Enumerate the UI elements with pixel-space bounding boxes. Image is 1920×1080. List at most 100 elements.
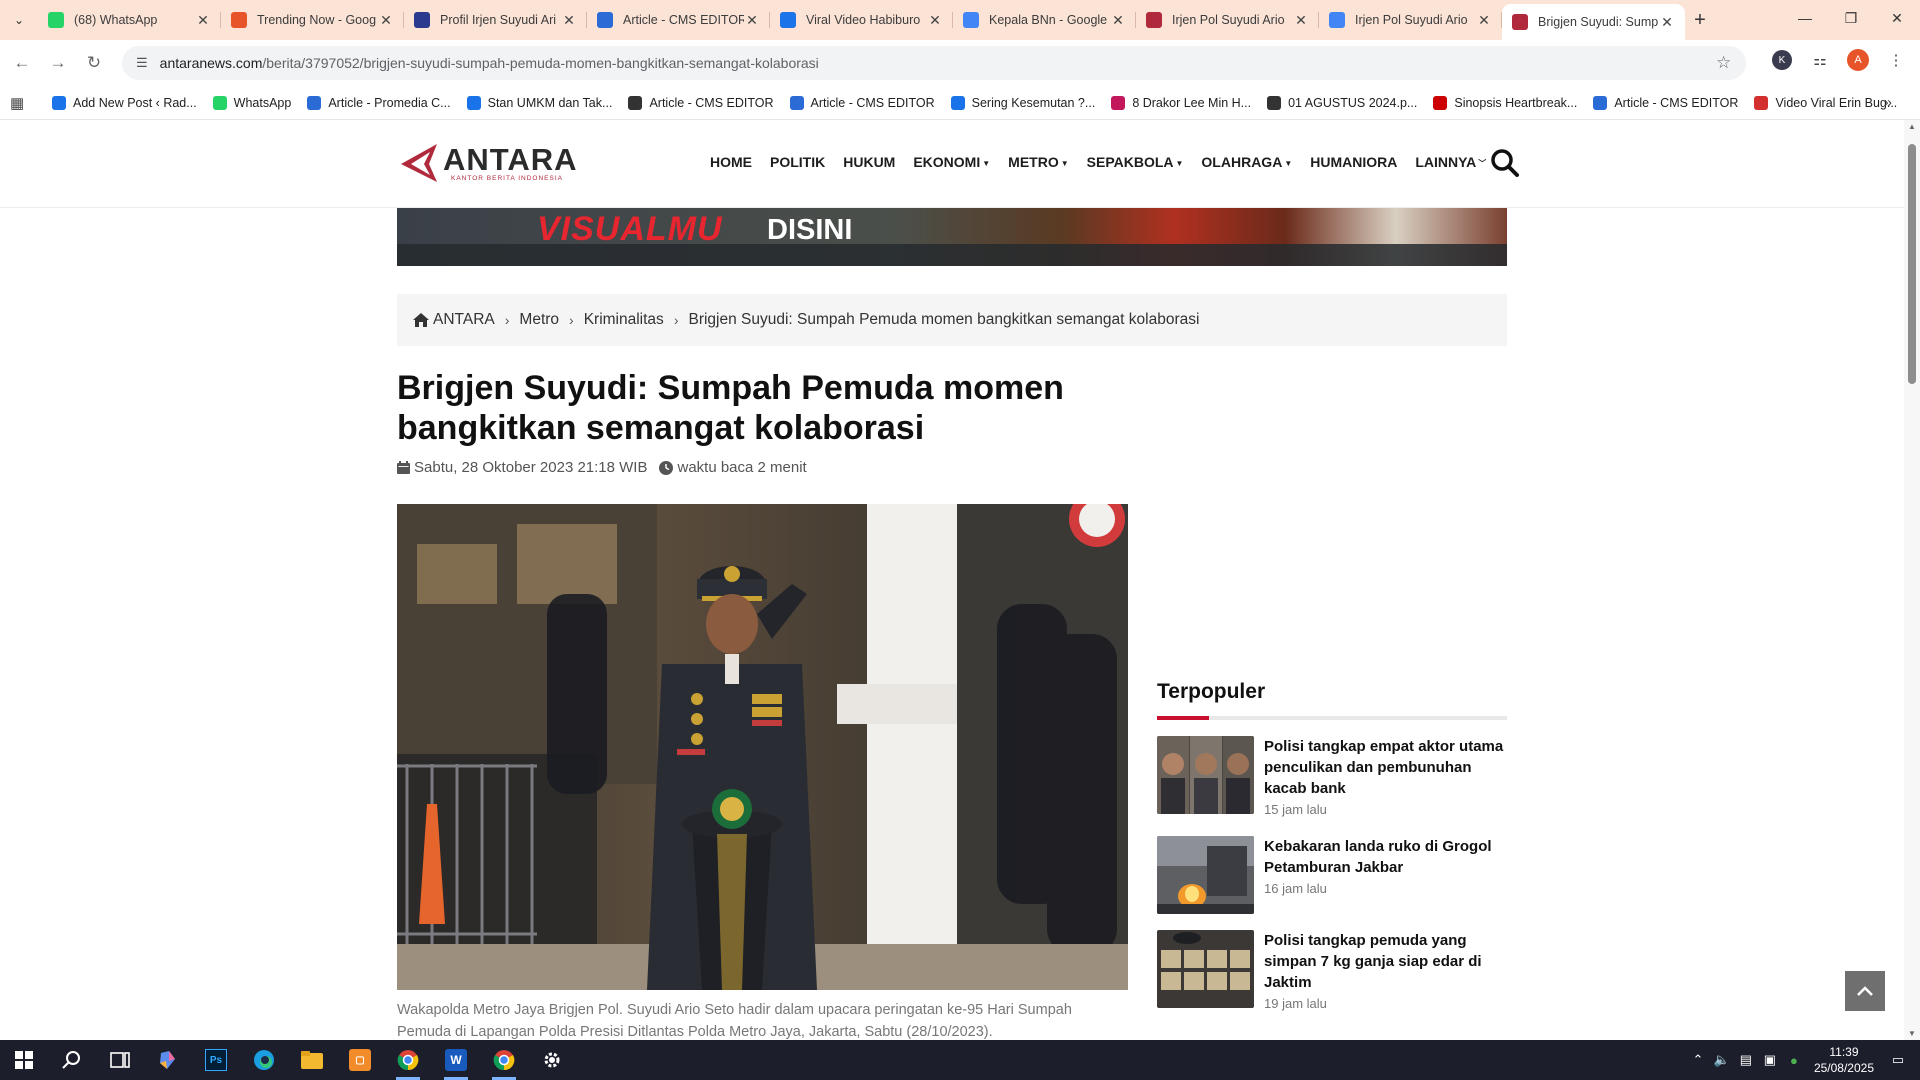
close-tab-icon[interactable]: ✕ (195, 12, 211, 29)
address-bar[interactable]: ☰ antaranews.com/berita/3797052/brigjen-… (122, 46, 1746, 80)
bookmark-item[interactable]: Sinopsis Heartbreak... (1433, 95, 1577, 110)
browser-tab[interactable]: Irjen Pol Suyudi Ario ✕ (1319, 4, 1502, 36)
article-photo[interactable] (397, 504, 1128, 990)
browser-tab[interactable]: Kepala BNn - Google ✕ (953, 4, 1136, 36)
restore-icon[interactable]: ❐ (1828, 0, 1874, 36)
close-tab-icon[interactable]: ✕ (744, 12, 760, 29)
browser-tab[interactable]: Brigjen Suyudi: Sump ✕ (1502, 4, 1685, 40)
security-icon[interactable]: ● (1782, 1053, 1806, 1068)
scroll-up-icon[interactable]: ▲ (1904, 122, 1920, 131)
reload-icon[interactable]: ↻ (80, 53, 108, 73)
photoshop-icon[interactable]: Ps (192, 1040, 240, 1080)
chrome-icon[interactable] (384, 1040, 432, 1080)
nav-item-home[interactable]: HOME (710, 154, 752, 170)
popular-item[interactable]: Polisi tangkap empat aktor utama penculi… (1157, 736, 1507, 817)
new-tab-icon[interactable]: + (1685, 9, 1715, 32)
popular-item-title[interactable]: Polisi tangkap empat aktor utama penculi… (1264, 736, 1507, 799)
close-tab-icon[interactable]: ✕ (1110, 12, 1126, 29)
bookmark-item[interactable]: Article - CMS EDITOR (789, 95, 935, 110)
bookmark-item[interactable]: 01 AGUSTUS 2024.p... (1267, 95, 1417, 110)
breadcrumb-home[interactable]: ANTARA (413, 311, 495, 329)
bookmark-item[interactable]: Article - CMS EDITOR (1593, 95, 1738, 110)
close-tab-icon[interactable]: ✕ (561, 12, 577, 29)
taskbar-search-icon[interactable] (48, 1040, 96, 1080)
nav-item-ekonomi[interactable]: EKONOMI ▼ (913, 154, 990, 170)
back-to-top-button[interactable] (1845, 971, 1885, 1011)
orange-app-icon[interactable]: ▢ (336, 1040, 384, 1080)
browser-tab[interactable]: Article - CMS EDITOR ✕ (587, 4, 770, 36)
url-text[interactable]: antaranews.com/berita/3797052/brigjen-su… (160, 55, 1716, 71)
nav-label: EKONOMI (913, 154, 981, 170)
notifications-icon[interactable]: ▭ (1886, 1052, 1910, 1068)
bookmark-item[interactable]: WhatsApp (212, 95, 291, 110)
display-icon[interactable]: ▣ (1758, 1052, 1782, 1068)
nav-item-humaniora[interactable]: HUMANIORA (1310, 154, 1397, 170)
settings-gear-icon[interactable] (528, 1040, 576, 1080)
breadcrumb-metro[interactable]: Metro (519, 311, 559, 329)
task-view-icon[interactable] (96, 1040, 144, 1080)
word-icon[interactable]: W (432, 1040, 480, 1080)
popular-item-title[interactable]: Polisi tangkap pemuda yang simpan 7 kg g… (1264, 930, 1507, 993)
file-explorer-icon[interactable] (288, 1040, 336, 1080)
popular-item[interactable]: Kebakaran landa ruko di Grogol Petambura… (1157, 836, 1507, 914)
browser-tab[interactable]: (68) WhatsApp ✕ (38, 4, 221, 36)
nav-item-lainnya[interactable]: LAINNYA ﹀ (1415, 154, 1486, 170)
bookmark-star-icon[interactable]: ☆ (1716, 53, 1746, 73)
browser-tab[interactable]: Viral Video Habiburo ✕ (770, 4, 953, 36)
close-tab-icon[interactable]: ✕ (1476, 12, 1492, 29)
popular-thumb-3[interactable] (1157, 930, 1254, 1008)
scroll-down-icon[interactable]: ▼ (1904, 1029, 1920, 1038)
edge-icon[interactable] (240, 1040, 288, 1080)
nav-item-olahraga[interactable]: OLAHRAGA ▼ (1201, 154, 1292, 170)
browser-tab[interactable]: Trending Now - Goog ✕ (221, 4, 404, 36)
apps-grid-icon[interactable]: ▦ (10, 94, 36, 112)
site-info-icon[interactable]: ☰ (136, 55, 148, 71)
nav-item-metro[interactable]: METRO ▼ (1008, 154, 1068, 170)
ad-banner[interactable]: VISUALMU DISINI (397, 208, 1507, 266)
scrollbar-thumb[interactable] (1908, 144, 1916, 384)
back-icon[interactable]: ← (8, 53, 36, 73)
nav-item-politik[interactable]: POLITIK (770, 154, 825, 170)
close-tab-icon[interactable]: ✕ (927, 12, 943, 29)
bookmark-item[interactable]: Add New Post ‹ Rad... (52, 95, 197, 110)
popular-item[interactable]: Polisi tangkap pemuda yang simpan 7 kg g… (1157, 930, 1507, 1011)
volume-icon[interactable]: 🔈 (1710, 1052, 1734, 1068)
forward-icon[interactable]: → (44, 53, 72, 73)
bookmark-favicon-icon (52, 95, 66, 110)
close-tab-icon[interactable]: ✕ (378, 12, 394, 29)
popular-item-title[interactable]: Kebakaran landa ruko di Grogol Petambura… (1264, 836, 1507, 878)
close-tab-icon[interactable]: ✕ (1659, 14, 1675, 31)
bookmark-item[interactable]: Video Viral Erin Bug... (1754, 95, 1897, 110)
extension-k-icon[interactable]: K (1770, 48, 1794, 72)
popular-thumb-1[interactable] (1157, 736, 1254, 814)
search-icon[interactable] (1490, 148, 1520, 178)
bookmark-item[interactable]: Sering Kesemutan ?... (950, 95, 1095, 110)
bookmark-item[interactable]: Article - Promedia C... (307, 95, 451, 110)
bookmark-item[interactable]: Article - CMS EDITOR (628, 95, 774, 110)
bookmark-label: Add New Post ‹ Rad... (73, 95, 197, 110)
nav-item-hukum[interactable]: HUKUM (843, 154, 895, 170)
close-tab-icon[interactable]: ✕ (1293, 12, 1309, 29)
bookmark-item[interactable]: 8 Drakor Lee Min H... (1111, 95, 1251, 110)
chrome-profile-icon[interactable] (480, 1040, 528, 1080)
browser-menu-icon[interactable]: ⋮ (1884, 48, 1908, 72)
minimize-icon[interactable]: — (1782, 0, 1828, 36)
browser-tab[interactable]: Profil Irjen Suyudi Ari ✕ (404, 4, 587, 36)
bookmark-item[interactable]: Stan UMKM dan Tak... (466, 95, 612, 110)
extensions-puzzle-icon[interactable]: ⚏ (1808, 48, 1832, 72)
close-window-icon[interactable]: ✕ (1874, 0, 1920, 36)
windows-start-icon[interactable] (0, 1040, 48, 1080)
profile-avatar[interactable]: A (1846, 48, 1870, 72)
page-scrollbar[interactable]: ▲ ▼ (1904, 120, 1920, 1040)
browser-tab[interactable]: Irjen Pol Suyudi Ario ✕ (1136, 4, 1319, 36)
tray-overflow-icon[interactable]: ⌃ (1686, 1052, 1710, 1068)
tab-search-chevron-icon[interactable]: ⌄ (8, 9, 30, 31)
breadcrumb-kriminalitas[interactable]: Kriminalitas (584, 311, 664, 329)
network-icon[interactable]: ▤ (1734, 1052, 1758, 1068)
clock[interactable]: 11:39 25/08/2025 (1814, 1044, 1874, 1076)
antara-logo[interactable]: ANTARA KANTOR BERITA INDONESIA (397, 142, 578, 184)
copilot-icon[interactable] (144, 1040, 192, 1080)
nav-item-sepakbola[interactable]: SEPAKBOLA ▼ (1087, 154, 1184, 170)
bookmarks-overflow-icon[interactable]: » (1884, 94, 1892, 111)
popular-thumb-2[interactable] (1157, 836, 1254, 914)
